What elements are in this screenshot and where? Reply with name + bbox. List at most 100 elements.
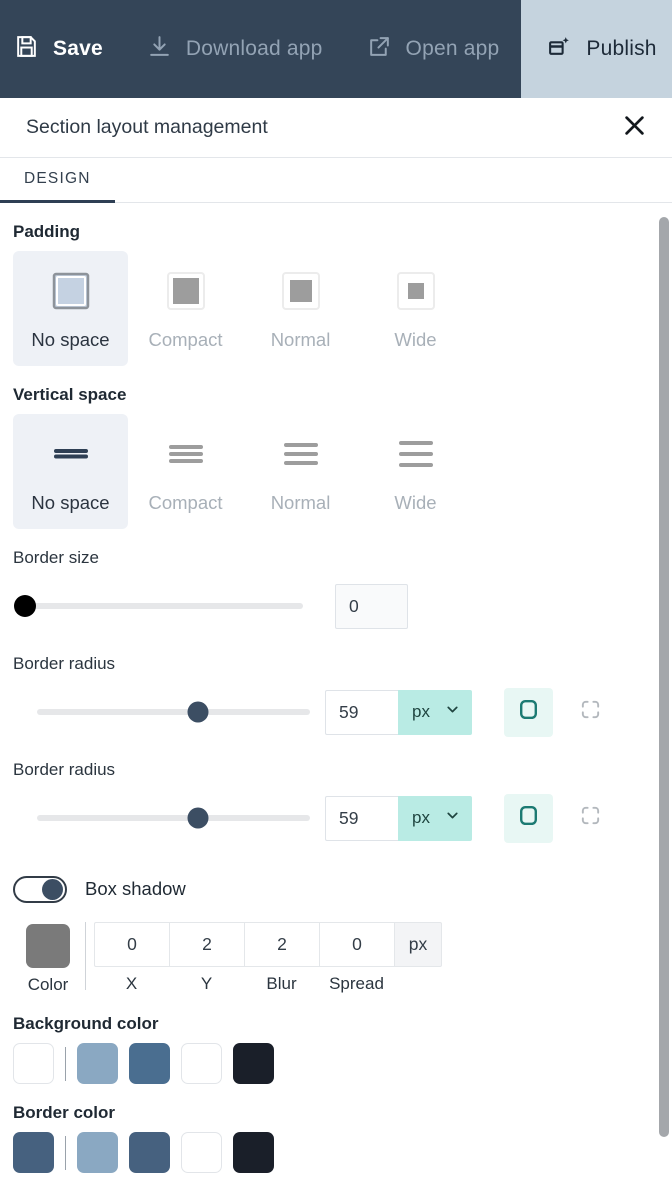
box-shadow-label: Box shadow [85, 878, 186, 899]
divider [65, 1046, 66, 1081]
border-size-slider-knob[interactable] [14, 595, 36, 617]
box-shadow-blur-value: 2 [277, 934, 287, 954]
tab-design[interactable]: DESIGN [0, 158, 115, 203]
box-shadow-x-value: 0 [127, 934, 137, 954]
padding-compact-icon [164, 267, 208, 315]
border-radius-1-individual-corners-button[interactable] [566, 688, 615, 737]
settings-scroll-area: Padding No space Compact Normal Wide Ver… [0, 203, 672, 1187]
border-radius-1-slider[interactable] [37, 701, 310, 723]
border-radius-1-value: 59 [339, 701, 359, 722]
panel-header: Section layout management [0, 98, 672, 158]
background-color-swatch-3[interactable] [129, 1043, 170, 1084]
border-radius-1-section-label: Border radius [13, 654, 116, 673]
border-radius-2-individual-corners-button[interactable] [566, 794, 615, 843]
border-radius-1-row: 59 px [13, 683, 658, 741]
vertical-scrollbar[interactable] [659, 217, 669, 1137]
save-button[interactable]: Save [0, 0, 125, 98]
external-link-icon [367, 34, 392, 64]
border-radius-2-all-corners-button[interactable] [503, 793, 553, 843]
box-shadow-x-input[interactable]: 0 [94, 922, 169, 967]
border-radius-2-unit-value: px [412, 808, 430, 827]
border-color-swatch-5[interactable] [233, 1132, 274, 1173]
border-radius-2-unit-select[interactable]: px [398, 795, 472, 841]
border-radius-1-all-corners-button[interactable] [503, 687, 553, 737]
lines-tight-icon [49, 430, 93, 478]
vertical-space-option-wide[interactable]: Wide [358, 414, 473, 529]
publish-label: Publish [586, 37, 657, 60]
box-shadow-x-caption: X [125, 974, 138, 993]
border-size-row: 0 [13, 577, 658, 635]
background-color-swatch-1[interactable] [13, 1043, 54, 1084]
border-radius-2-slider[interactable] [37, 807, 310, 829]
background-color-swatch-2[interactable] [77, 1043, 118, 1084]
box-shadow-fields-row: Color 0 2 2 0 px X Y Blur Spread [13, 922, 658, 995]
publish-button[interactable]: Publish [521, 0, 672, 98]
box-shadow-y-input[interactable]: 2 [169, 922, 244, 967]
close-button[interactable] [614, 108, 654, 148]
box-shadow-y-value: 2 [202, 934, 212, 954]
padding-option-compact[interactable]: Compact [128, 251, 243, 366]
border-radius-2-input[interactable]: 59 [325, 795, 398, 841]
box-shadow-toggle[interactable] [13, 875, 67, 903]
corner-segments-icon [579, 698, 602, 726]
top-toolbar: Save Download app Open app Publish [0, 0, 672, 98]
padding-option-no-space[interactable]: No space [13, 251, 128, 366]
border-radius-1-input[interactable]: 59 [325, 689, 398, 735]
padding-option-wide-label: Wide [394, 328, 437, 350]
border-color-swatch-1[interactable] [13, 1132, 54, 1173]
border-radius-2-value: 59 [339, 807, 359, 828]
box-shadow-color-cell: Color [13, 922, 83, 995]
box-shadow-color-label: Color [27, 975, 69, 994]
vertical-space-option-wide-label: Wide [394, 491, 437, 513]
padding-option-wide[interactable]: Wide [358, 251, 473, 366]
box-shadow-spread-input[interactable]: 0 [319, 922, 394, 967]
border-radius-1-unit-value: px [412, 702, 430, 721]
box-shadow-spread-caption: Spread [329, 974, 384, 993]
box-shadow-blur-caption: Blur [266, 974, 297, 993]
padding-option-compact-label: Compact [148, 328, 223, 350]
save-floppy-icon [14, 34, 39, 64]
padding-option-normal[interactable]: Normal [243, 251, 358, 366]
tab-bar: DESIGN [0, 158, 672, 203]
download-app-button[interactable]: Download app [125, 0, 345, 98]
tab-design-label: DESIGN [24, 170, 91, 187]
border-size-value: 0 [349, 595, 359, 616]
open-app-button[interactable]: Open app [345, 0, 522, 98]
padding-option-group: No space Compact Normal Wide [13, 251, 658, 366]
box-shadow-color-swatch[interactable] [26, 924, 70, 968]
vertical-space-option-no-space[interactable]: No space [13, 414, 128, 529]
padding-section-label: Padding [13, 222, 81, 241]
vertical-space-section-label: Vertical space [13, 385, 127, 404]
box-shadow-blur-input[interactable]: 2 [244, 922, 319, 967]
border-radius-2-section-label: Border radius [13, 760, 116, 779]
box-shadow-y-caption: Y [200, 974, 213, 993]
close-x-icon [621, 112, 648, 144]
border-color-swatch-3[interactable] [129, 1132, 170, 1173]
background-color-swatches [13, 1043, 658, 1084]
border-radius-2-slider-knob[interactable] [187, 807, 209, 829]
divider [85, 922, 86, 990]
box-shadow-unit-value: px [408, 934, 428, 954]
lines-wide-icon [394, 430, 438, 478]
lines-normal-icon [279, 430, 323, 478]
box-shadow-spread-value: 0 [352, 934, 362, 954]
publish-sparkle-icon [547, 34, 572, 64]
lines-compact-icon [164, 430, 208, 478]
box-shadow-unit-select[interactable]: px [394, 922, 442, 967]
background-color-swatch-5[interactable] [233, 1043, 274, 1084]
chevron-down-icon [444, 807, 461, 829]
border-radius-1-unit-select[interactable]: px [398, 689, 472, 735]
border-size-input[interactable]: 0 [335, 583, 408, 629]
padding-option-normal-label: Normal [270, 328, 331, 350]
border-radius-1-slider-knob[interactable] [187, 701, 209, 723]
border-size-slider[interactable] [14, 595, 303, 617]
border-color-swatch-4[interactable] [181, 1132, 222, 1173]
corner-segments-icon [579, 804, 602, 832]
vertical-space-option-normal[interactable]: Normal [243, 414, 358, 529]
background-color-section-label: Background color [13, 1014, 159, 1033]
border-color-swatch-2[interactable] [77, 1132, 118, 1173]
border-color-swatches [13, 1132, 658, 1173]
box-shadow-toggle-row: Box shadow [13, 869, 658, 909]
background-color-swatch-4[interactable] [181, 1043, 222, 1084]
vertical-space-option-compact[interactable]: Compact [128, 414, 243, 529]
